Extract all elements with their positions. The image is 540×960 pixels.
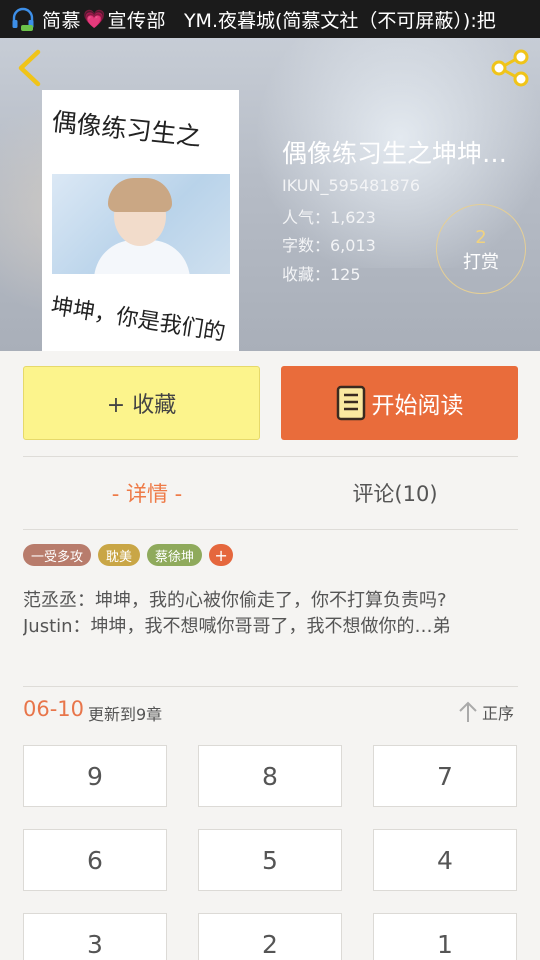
notification-prefix: 简慕: [42, 9, 82, 32]
book-cover[interactable]: 偶像练习生之 坤坤，你是我们的: [42, 90, 239, 351]
book-header: 偶像练习生之 坤坤，你是我们的 偶像练习生之坤坤… IKUN_595481876…: [0, 38, 540, 351]
arrow-up-icon: [459, 701, 477, 722]
chevron-left-icon: [18, 49, 41, 87]
word-count-stat: 字数：6,013: [282, 236, 376, 255]
share-icon: [491, 49, 529, 87]
tip-button[interactable]: 2 打赏: [436, 204, 526, 294]
chapter-button[interactable]: 6: [23, 829, 167, 891]
chapter-button[interactable]: 8: [198, 745, 342, 807]
tab-details[interactable]: - 详情 -: [23, 470, 271, 516]
favorites-stat: 收藏：125: [282, 265, 361, 284]
start-reading-button[interactable]: 开始阅读: [281, 366, 518, 440]
chapter-button[interactable]: 5: [198, 829, 342, 891]
book-icon: [336, 385, 365, 421]
book-summary[interactable]: 范丞丞：坤坤，我的心被你偷走了，你不打算负责吗? Justin：坤坤，我不想喊你…: [23, 588, 520, 640]
summary-line: Justin：坤坤，我不想喊你哥哥了，我不想做你的…弟: [23, 616, 451, 637]
summary-line: 范丞丞：坤坤，我的心被你偷走了，你不打算负责吗?: [23, 590, 447, 611]
chapter-button[interactable]: 4: [373, 829, 517, 891]
notification-dept: 宣传部: [107, 9, 166, 32]
chapter-button[interactable]: 9: [23, 745, 167, 807]
sort-order-button[interactable]: 正序: [458, 698, 514, 726]
cover-subtitle: 坤坤，你是我们的: [49, 293, 227, 347]
chapter-button[interactable]: 1: [373, 913, 517, 960]
popularity-stat: 人气：1,623: [282, 208, 376, 227]
sort-order-label: 正序: [482, 704, 515, 723]
share-button[interactable]: [488, 48, 532, 88]
start-reading-label: 开始阅读: [371, 393, 464, 419]
notification-group-text: YM.夜暮城(简慕文社（不可屏蔽）):把: [183, 9, 496, 32]
tag-list: 一受多攻 耽美 蔡徐坤 +: [23, 544, 234, 566]
heart-icon: 💗: [83, 8, 106, 30]
tab-comments[interactable]: 评论(10): [271, 470, 519, 516]
divider: [23, 529, 518, 530]
add-tag-button[interactable]: +: [209, 544, 234, 566]
notification-bar: 简慕 💗 宣传部 YM.夜暮城(简慕文社（不可屏蔽）):把: [0, 0, 540, 38]
chapter-button[interactable]: 2: [198, 913, 342, 960]
add-favorite-button[interactable]: + 收藏: [23, 366, 260, 440]
chapter-button[interactable]: 7: [373, 745, 517, 807]
tag-item[interactable]: 耽美: [98, 544, 141, 566]
tag-item[interactable]: 一受多攻: [23, 544, 92, 566]
divider: [23, 686, 518, 687]
cover-photo: [52, 174, 230, 274]
tip-count: 2: [475, 227, 487, 248]
add-favorite-label: + 收藏: [106, 393, 177, 418]
author-name[interactable]: IKUN_595481876: [282, 176, 420, 195]
back-button[interactable]: [12, 48, 46, 88]
tip-label: 打赏: [463, 252, 499, 273]
book-title: 偶像练习生之坤坤…: [282, 139, 508, 168]
update-date: 06-10: [23, 697, 85, 721]
update-text: 更新到9章: [88, 705, 163, 724]
tag-item[interactable]: 蔡徐坤: [147, 544, 203, 566]
cover-title: 偶像练习生之: [50, 106, 203, 152]
divider: [23, 456, 518, 457]
headset-icon: [12, 7, 34, 31]
chapter-button[interactable]: 3: [23, 913, 167, 960]
